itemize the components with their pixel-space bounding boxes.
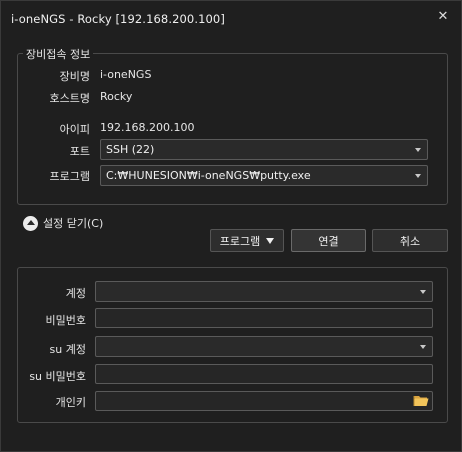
settings-toggle[interactable]: 설정 닫기(C)	[23, 215, 103, 231]
su-password-field[interactable]	[95, 364, 433, 384]
connect-button[interactable]: 연결	[291, 229, 366, 252]
window-title: i-oneNGS - Rocky [192.168.200.100]	[11, 12, 225, 26]
private-key-field[interactable]	[95, 391, 433, 411]
hostname-label: 호스트명	[49, 92, 90, 105]
close-icon: ✕	[437, 8, 449, 24]
port-select-value: SSH (22)	[106, 143, 155, 156]
account-label: 계정	[65, 287, 86, 300]
hostname-value: Rocky	[100, 90, 133, 103]
settings-toggle-label: 설정 닫기(C)	[43, 217, 104, 230]
device-info-legend: 장비접속 정보	[23, 46, 94, 62]
cancel-button[interactable]: 취소	[372, 229, 448, 252]
chevron-up-circle-icon	[23, 215, 38, 231]
su-account-select[interactable]	[95, 336, 433, 357]
device-name-label: 장비명	[59, 70, 90, 83]
program-menu-button[interactable]: 프로그램	[210, 229, 284, 252]
chevron-down-icon[interactable]	[414, 282, 432, 301]
folder-open-icon[interactable]	[413, 394, 429, 407]
password-field[interactable]	[95, 308, 433, 328]
chevron-down-icon[interactable]	[409, 166, 427, 185]
dialog-window: i-oneNGS - Rocky [192.168.200.100] ✕ 장비접…	[0, 0, 462, 452]
chevron-down-icon[interactable]	[414, 337, 432, 356]
ip-value: 192.168.200.100	[100, 121, 195, 134]
account-select[interactable]	[95, 281, 433, 302]
close-button[interactable]: ✕	[426, 3, 460, 29]
private-key-label: 개인키	[55, 396, 86, 409]
su-account-label: su 계정	[49, 343, 86, 356]
ip-label: 아이피	[59, 123, 90, 136]
password-label: 비밀번호	[45, 314, 86, 327]
chevron-down-icon[interactable]	[409, 140, 427, 159]
port-label: 포트	[69, 145, 90, 158]
device-name-value: i-oneNGS	[100, 68, 152, 81]
program-label: 프로그램	[49, 170, 90, 183]
dropdown-arrow-icon	[266, 237, 275, 244]
program-select-value: C:₩HUNESION₩i-oneNGS₩putty.exe	[106, 169, 311, 182]
su-password-label: su 비밀번호	[29, 370, 86, 383]
title-bar[interactable]: i-oneNGS - Rocky [192.168.200.100] ✕	[1, 1, 461, 35]
port-select[interactable]: SSH (22)	[100, 139, 428, 160]
program-menu-label: 프로그램	[219, 234, 261, 248]
program-select[interactable]: C:₩HUNESION₩i-oneNGS₩putty.exe	[100, 165, 428, 186]
